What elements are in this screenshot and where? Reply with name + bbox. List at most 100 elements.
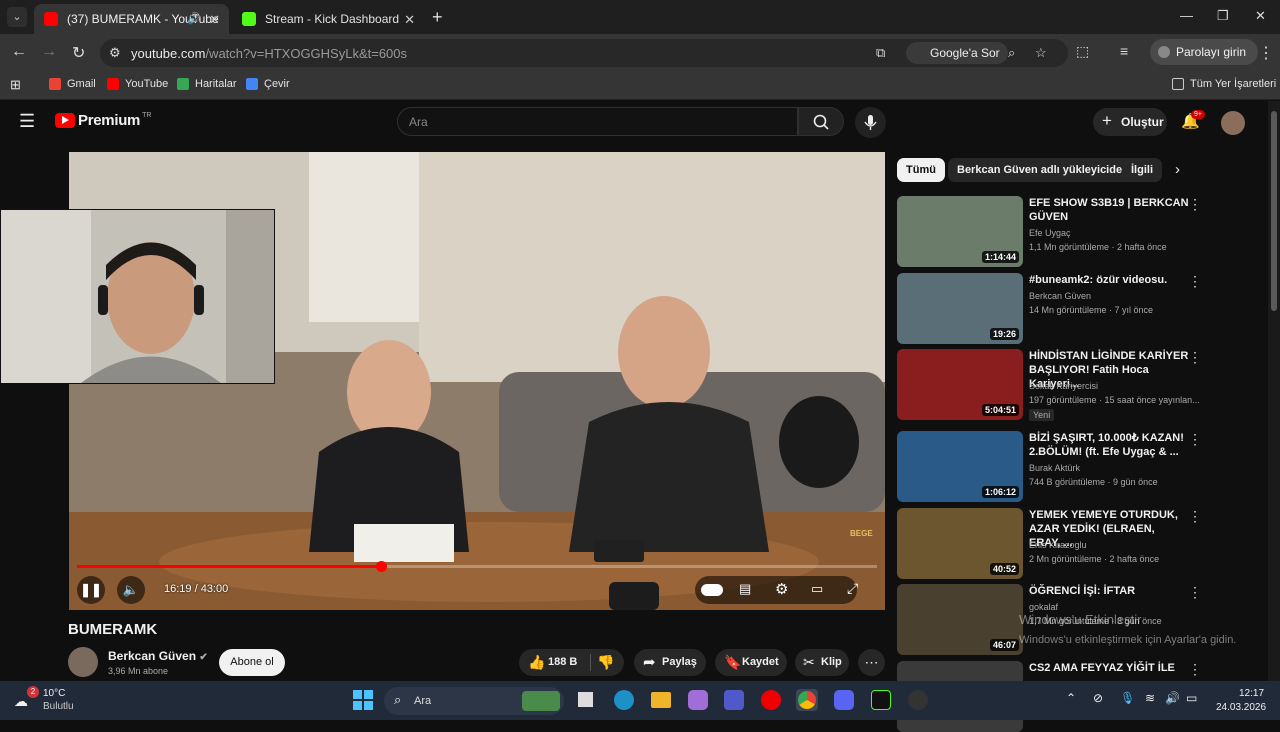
more-actions-icon[interactable]: ⋯ (858, 649, 885, 676)
browser-menu-icon[interactable]: ⋮ (1258, 43, 1274, 63)
channel-avatar[interactable] (68, 647, 98, 677)
theater-mode-icon[interactable]: ▭ (811, 581, 823, 597)
voice-search-button[interactable] (855, 107, 886, 138)
like-count[interactable]: 188 B (548, 656, 577, 668)
suggested-video-title[interactable]: BİZİ ŞAŞIRT, 10.000₺ KAZAN! 2.BÖLÜM! (ft… (1029, 431, 1189, 459)
channel-name[interactable]: Berkcan Güven ✔ (108, 649, 208, 663)
bookmark-gmail[interactable]: Gmail (49, 78, 96, 90)
suggested-video-channel[interactable]: Enis Kirazoglu (1029, 540, 1087, 550)
create-button[interactable]: + Oluştur (1093, 108, 1167, 136)
obs-icon[interactable] (908, 690, 928, 710)
minimize-icon[interactable]: — (1180, 8, 1193, 23)
more-options-icon[interactable]: ⋮ (1188, 661, 1202, 678)
more-options-icon[interactable]: ⋮ (1188, 431, 1202, 448)
youtube-premium-logo[interactable]: Premium TR (55, 112, 151, 129)
edge-icon[interactable] (614, 690, 634, 710)
pause-icon[interactable]: ❚❚ (77, 576, 105, 604)
subscribe-button[interactable]: Abone ol (219, 649, 285, 676)
tab-youtube[interactable]: (37) BUMERAMK - YouTube 🔊 ✕ (34, 4, 229, 34)
video-thumbnail[interactable]: 1:06:12 (897, 431, 1023, 502)
back-icon[interactable]: ← (11, 43, 27, 61)
suggested-video-channel[interactable]: Efe Uygaç (1029, 228, 1071, 238)
clip-button[interactable]: ✂ Klip (795, 649, 849, 676)
forward-icon[interactable]: → (41, 43, 57, 61)
tab-kick[interactable]: Stream - Kick Dashboard ✕ (232, 4, 424, 34)
weather-widget[interactable]: ☁ 2 (12, 686, 39, 712)
video-thumbnail[interactable]: 40:52 (897, 508, 1023, 579)
zoom-icon[interactable]: ⌕ (1008, 45, 1015, 61)
task-view-icon[interactable] (578, 692, 593, 707)
wifi-icon[interactable]: ≋ (1145, 691, 1155, 705)
suggested-video-channel[interactable]: Berkcan Güven (1029, 291, 1091, 301)
kick-app-icon[interactable] (871, 690, 891, 710)
teams-icon[interactable] (724, 690, 744, 710)
bookmark-translate[interactable]: Çevir (246, 78, 290, 90)
chip-related[interactable]: İlgili (1122, 158, 1162, 182)
windows-start-icon[interactable] (353, 690, 373, 710)
save-button[interactable]: 🔖 Kaydet (715, 649, 787, 676)
cast-icon[interactable]: ⧉ (876, 45, 885, 61)
address-bar[interactable]: ⚙ youtube.com/watch?v=HTXOGGHSyLk&t=600s… (100, 39, 1068, 67)
suggested-video-title[interactable]: CS2 AMA FEYYAZ YİĞİT İLE (1029, 661, 1189, 675)
google-ask-button[interactable]: Google'a Sor (906, 42, 1008, 64)
share-button[interactable]: ➦ Paylaş (634, 649, 706, 676)
suggested-video-title[interactable]: #buneamk2: özür videosu. (1029, 273, 1189, 287)
close-tab-icon[interactable]: ✕ (209, 12, 220, 28)
clock-time[interactable]: 12:17 (1239, 688, 1264, 699)
volume-tray-icon[interactable]: 🔊 (1165, 691, 1180, 705)
apps-grid-icon[interactable]: ⊞ (10, 77, 21, 93)
tab-search-chevron-icon[interactable]: ⌄ (7, 7, 27, 27)
site-info-icon[interactable]: ⚙ (109, 45, 121, 61)
extensions-icon[interactable]: ⬚ (1076, 43, 1089, 60)
new-tab-plus-icon[interactable]: + (432, 7, 443, 28)
chip-all[interactable]: Tümü (897, 158, 945, 182)
opera-icon[interactable] (761, 690, 781, 710)
file-explorer-icon[interactable] (651, 692, 671, 708)
copilot-icon[interactable] (688, 690, 708, 710)
reload-icon[interactable]: ↻ (72, 43, 85, 63)
more-options-icon[interactable]: ⋮ (1188, 508, 1202, 525)
bookmark-maps[interactable]: Haritalar (177, 78, 237, 90)
all-bookmarks[interactable]: Tüm Yer İşaretleri (1172, 78, 1276, 90)
network-off-icon[interactable]: ⊘ (1093, 691, 1103, 705)
dislike-thumb-icon[interactable]: 👎 (597, 654, 614, 671)
battery-icon[interactable]: ▭ (1186, 691, 1197, 705)
more-options-icon[interactable]: ⋮ (1188, 584, 1202, 601)
speaker-icon[interactable]: 🔊 (187, 12, 201, 25)
fullscreen-icon[interactable]: ⤢ (847, 580, 858, 597)
video-thumbnail[interactable]: 46:07 (897, 584, 1023, 655)
suggested-video-channel[interactable]: gokalaf (1029, 602, 1058, 612)
more-options-icon[interactable]: ⋮ (1188, 273, 1202, 290)
suggested-video-channel[interactable]: Burak Aktürk (1029, 463, 1080, 473)
window-close-icon[interactable]: ✕ (1255, 8, 1266, 24)
autoplay-toggle[interactable] (701, 584, 723, 596)
chip-from-uploader[interactable]: Berkcan Güven adlı yükleyiciden (948, 158, 1138, 182)
like-thumb-icon[interactable]: 👍 (528, 654, 545, 671)
profile-button[interactable]: Parolayı girin (1150, 39, 1259, 65)
discord-icon[interactable] (834, 690, 854, 710)
page-scrollbar[interactable] (1268, 101, 1280, 681)
video-thumbnail[interactable]: 1:14:44 (897, 196, 1023, 267)
microphone-tray-icon[interactable]: 🎙 (1120, 691, 1135, 705)
more-options-icon[interactable]: ⋮ (1188, 196, 1202, 213)
bookmark-youtube[interactable]: YouTube (107, 78, 168, 90)
close-tab-icon[interactable]: ✕ (404, 12, 415, 28)
volume-icon[interactable]: 🔈 (117, 576, 145, 604)
video-progress-track[interactable] (77, 561, 877, 572)
user-avatar[interactable] (1221, 111, 1245, 135)
video-scrubber-handle[interactable] (376, 561, 387, 572)
chrome-taskbar-slot[interactable] (796, 689, 818, 711)
clock-date[interactable]: 24.03.2026 (1216, 702, 1266, 713)
suggested-video-channel[interactable]: Sokak Kariyercisi (1029, 381, 1098, 391)
video-thumbnail[interactable]: 19:26 (897, 273, 1023, 344)
bookmark-star-icon[interactable]: ☆ (1035, 45, 1047, 61)
subtitles-icon[interactable]: ▤ (739, 581, 751, 597)
search-input[interactable]: Ara (397, 107, 798, 136)
taskbar-search[interactable]: ⌕ Ara (384, 687, 564, 715)
settings-gear-icon[interactable]: ⚙ (775, 580, 788, 598)
scrollbar-thumb[interactable] (1271, 111, 1277, 311)
suggested-video-title[interactable]: EFE SHOW S3B19 | BERKCAN GÜVEN (1029, 196, 1189, 224)
maximize-icon[interactable]: ❐ (1217, 8, 1229, 24)
tray-chevron-icon[interactable]: ⌃ (1066, 691, 1076, 705)
video-thumbnail[interactable]: 5:04:51 (897, 349, 1023, 420)
